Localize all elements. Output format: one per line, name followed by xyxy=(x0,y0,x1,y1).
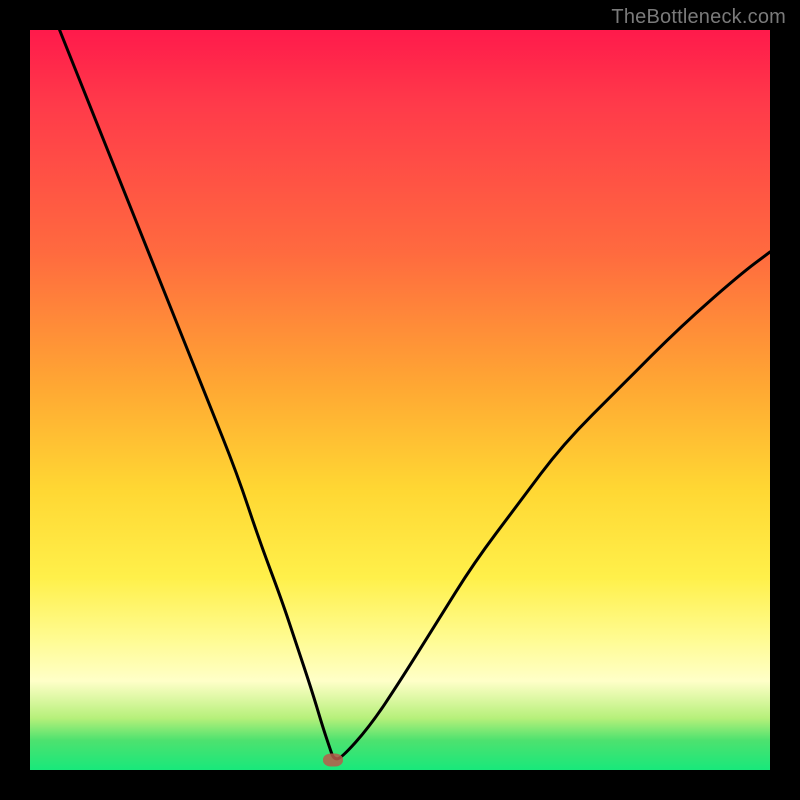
watermark-text: TheBottleneck.com xyxy=(611,6,786,29)
plot-area xyxy=(30,30,770,770)
bottleneck-curve xyxy=(60,30,770,759)
chart-frame: TheBottleneck.com xyxy=(0,0,800,800)
curve-svg xyxy=(30,30,770,770)
optimal-point-marker xyxy=(323,754,343,767)
